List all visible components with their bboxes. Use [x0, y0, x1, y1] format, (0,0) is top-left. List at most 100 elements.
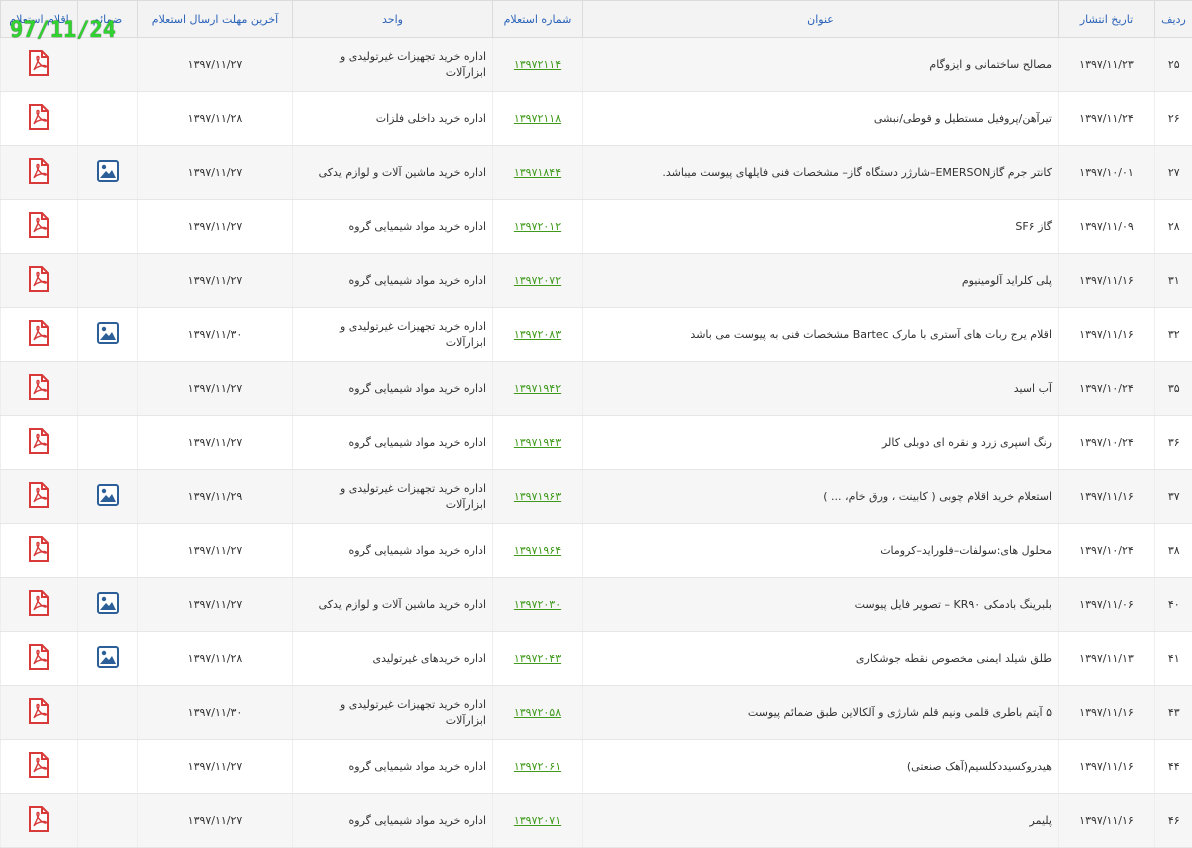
row-publish-date: ۱۳۹۷/۱۱/۱۶	[1058, 793, 1155, 848]
table-row: ۲۵ ۱۳۹۷/۱۱/۲۳ مصالح ساختمانی و ایزوگام ۱…	[0, 37, 1192, 92]
row-deadline: ۱۳۹۷/۱۱/۳۰	[137, 685, 293, 740]
inquiry-number-link[interactable]: ۱۳۹۷۲۰۱۲	[514, 220, 561, 233]
row-index: ۳۶	[1154, 415, 1192, 470]
header-deadline[interactable]: آخرین مهلت ارسال استعلام	[137, 0, 293, 38]
table-row: ۳۲ ۱۳۹۷/۱۱/۱۶ اقلام یرج ربات های آستری ب…	[0, 307, 1192, 362]
row-attachments	[77, 199, 138, 254]
row-deadline: ۱۳۹۷/۱۱/۲۸	[137, 91, 293, 146]
image-attachment-icon[interactable]	[96, 322, 119, 347]
row-title: پلیمر	[582, 793, 1059, 848]
pdf-icon[interactable]	[28, 50, 50, 79]
row-inquiry-items	[0, 145, 78, 200]
row-inquiry-number: ۱۳۹۷۲۰۷۱	[492, 793, 583, 848]
inquiry-number-link[interactable]: ۱۳۹۷۲۱۱۸	[514, 112, 561, 125]
image-attachment-icon[interactable]	[96, 484, 119, 509]
row-index: ۲۵	[1154, 37, 1192, 92]
row-attachments	[77, 577, 138, 632]
row-index: ۲۷	[1154, 145, 1192, 200]
row-publish-date: ۱۳۹۷/۱۱/۲۳	[1058, 37, 1155, 92]
inquiry-number-link[interactable]: ۱۳۹۷۲۰۳۰	[514, 598, 561, 611]
row-index: ۳۸	[1154, 523, 1192, 578]
row-unit: اداره خرید مواد شیمیایی گروه	[292, 739, 493, 794]
row-inquiry-number: ۱۳۹۷۲۱۱۴	[492, 37, 583, 92]
row-attachments	[77, 145, 138, 200]
row-inquiry-items	[0, 415, 78, 470]
pdf-icon[interactable]	[28, 644, 50, 673]
header-inquiry-number[interactable]: شماره استعلام	[492, 0, 583, 38]
inquiry-number-link[interactable]: ۱۳۹۷۱۹۶۴	[514, 544, 561, 557]
row-deadline: ۱۳۹۷/۱۱/۲۷	[137, 415, 293, 470]
pdf-icon[interactable]	[28, 752, 50, 781]
row-publish-date: ۱۳۹۷/۱۱/۰۹	[1058, 199, 1155, 254]
inquiry-number-link[interactable]: ۱۳۹۷۲۰۷۲	[514, 274, 561, 287]
row-inquiry-number: ۱۳۹۷۲۰۶۱	[492, 739, 583, 794]
image-attachment-icon[interactable]	[96, 592, 119, 617]
row-inquiry-items	[0, 307, 78, 362]
header-unit[interactable]: واحد	[292, 0, 493, 38]
inquiry-number-link[interactable]: ۱۳۹۷۲۰۶۱	[514, 760, 561, 773]
row-title: اقلام یرج ربات های آستری با مارک Bartec …	[582, 307, 1059, 362]
pdf-icon[interactable]	[28, 698, 50, 727]
row-index: ۳۱	[1154, 253, 1192, 308]
row-attachments	[77, 793, 138, 848]
inquiry-number-link[interactable]: ۱۳۹۷۲۱۱۴	[514, 58, 561, 71]
inquiry-number-link[interactable]: ۱۳۹۷۲۰۵۸	[514, 706, 561, 719]
row-attachments	[77, 37, 138, 92]
row-attachments	[77, 253, 138, 308]
image-attachment-icon[interactable]	[96, 646, 119, 671]
inquiry-number-link[interactable]: ۱۳۹۷۲۰۴۳	[514, 652, 561, 665]
row-inquiry-number: ۱۳۹۷۱۸۴۴	[492, 145, 583, 200]
row-attachments	[77, 631, 138, 686]
row-inquiry-number: ۱۳۹۷۲۰۵۸	[492, 685, 583, 740]
row-inquiry-items	[0, 523, 78, 578]
pdf-icon[interactable]	[28, 212, 50, 241]
row-title: استعلام خرید اقلام چوبی ( کابینت ، ورق خ…	[582, 469, 1059, 524]
row-deadline: ۱۳۹۷/۱۱/۳۰	[137, 307, 293, 362]
row-inquiry-number: ۱۳۹۷۲۰۴۳	[492, 631, 583, 686]
pdf-icon[interactable]	[28, 320, 50, 349]
row-publish-date: ۱۳۹۷/۱۰/۲۴	[1058, 361, 1155, 416]
row-unit: اداره خرید تجهیزات غیرتولیدی و ابزارآلات	[292, 37, 493, 92]
row-deadline: ۱۳۹۷/۱۱/۲۷	[137, 253, 293, 308]
pdf-icon[interactable]	[28, 266, 50, 295]
row-publish-date: ۱۳۹۷/۱۱/۱۶	[1058, 253, 1155, 308]
row-unit: اداره خرید مواد شیمیایی گروه	[292, 793, 493, 848]
pdf-icon[interactable]	[28, 428, 50, 457]
inquiry-number-link[interactable]: ۱۳۹۷۱۸۴۴	[514, 166, 561, 179]
pdf-icon[interactable]	[28, 158, 50, 187]
inquiry-number-link[interactable]: ۱۳۹۷۱۹۴۳	[514, 436, 561, 449]
inquiry-number-link[interactable]: ۱۳۹۷۲۰۸۳	[514, 328, 561, 341]
row-attachments	[77, 415, 138, 470]
row-unit: اداره خرید تجهیزات غیرتولیدی و ابزارآلات	[292, 469, 493, 524]
table-header-row: ردیف تاریخ انتشار عنوان شماره استعلام وا…	[0, 0, 1192, 38]
row-unit: اداره خرید مواد شیمیایی گروه	[292, 361, 493, 416]
header-title[interactable]: عنوان	[582, 0, 1059, 38]
row-attachments	[77, 91, 138, 146]
row-title: هیدروکسیددکلسیم(آهک صنعتی)	[582, 739, 1059, 794]
pdf-icon[interactable]	[28, 482, 50, 511]
row-title: ۵ آیتم باطری قلمی ونیم قلم شارژی و آلکال…	[582, 685, 1059, 740]
row-index: ۴۶	[1154, 793, 1192, 848]
header-inquiry-items: اقلام استعلام	[0, 0, 78, 38]
pdf-icon[interactable]	[28, 104, 50, 133]
row-attachments	[77, 739, 138, 794]
row-index: ۳۷	[1154, 469, 1192, 524]
row-inquiry-items	[0, 685, 78, 740]
inquiry-number-link[interactable]: ۱۳۹۷۱۹۴۲	[514, 382, 561, 395]
row-title: بلبرینگ بادمکی KR۹۰ – تصویر فایل پیوست	[582, 577, 1059, 632]
row-deadline: ۱۳۹۷/۱۱/۲۷	[137, 199, 293, 254]
inquiry-number-link[interactable]: ۱۳۹۷۱۹۶۳	[514, 490, 561, 503]
pdf-icon[interactable]	[28, 536, 50, 565]
pdf-icon[interactable]	[28, 374, 50, 403]
inquiry-number-link[interactable]: ۱۳۹۷۲۰۷۱	[514, 814, 561, 827]
row-inquiry-number: ۱۳۹۷۲۰۳۰	[492, 577, 583, 632]
pdf-icon[interactable]	[28, 590, 50, 619]
image-attachment-icon[interactable]	[96, 160, 119, 185]
row-title: آب اسید	[582, 361, 1059, 416]
row-unit: اداره خرید مواد شیمیایی گروه	[292, 415, 493, 470]
header-publish-date[interactable]: تاریخ انتشار	[1058, 0, 1155, 38]
table-row: ۴۳ ۱۳۹۷/۱۱/۱۶ ۵ آیتم باطری قلمی ونیم قلم…	[0, 685, 1192, 740]
row-inquiry-items	[0, 577, 78, 632]
pdf-icon[interactable]	[28, 806, 50, 835]
row-inquiry-number: ۱۳۹۷۱۹۴۲	[492, 361, 583, 416]
